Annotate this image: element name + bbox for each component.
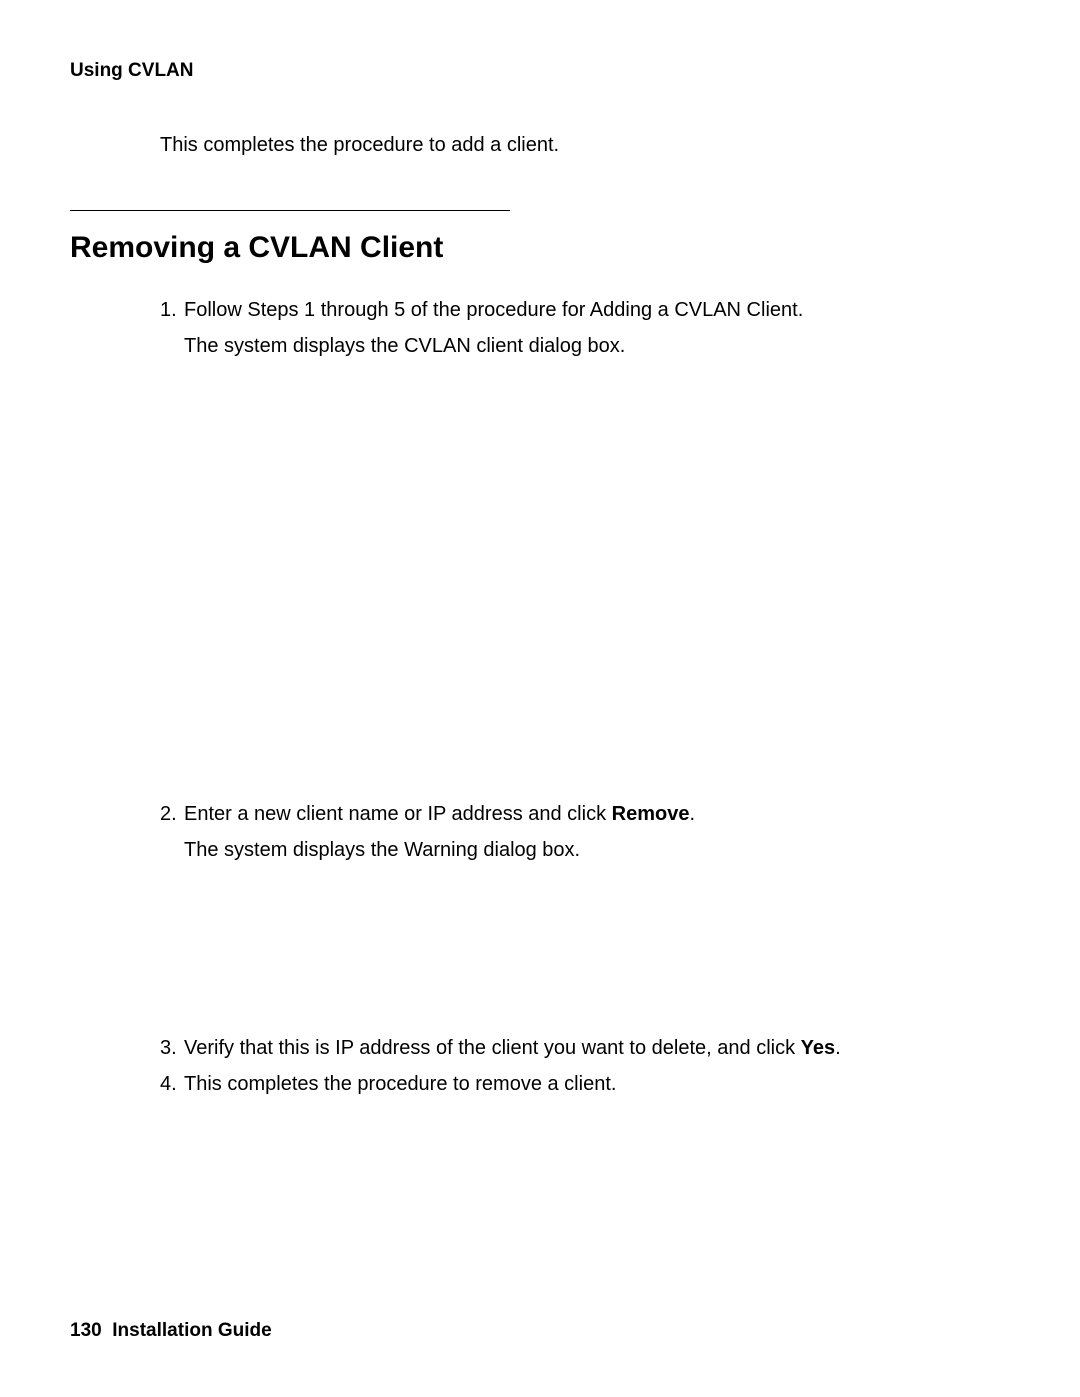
step-3-text-a: Verify that this is IP address of the cl…: [184, 1037, 801, 1059]
step-2-sub: The system displays the Warning dialog b…: [184, 835, 1010, 865]
section-divider: [70, 210, 510, 211]
step-1-sub: The system displays the CVLAN client dia…: [184, 331, 1010, 361]
procedure-list-cont-2: 3. Verify that this is IP address of the…: [160, 1033, 1010, 1099]
figure-placeholder-1: [70, 369, 1010, 799]
step-4: 4. This completes the procedure to remov…: [160, 1069, 1010, 1099]
step-3: 3. Verify that this is IP address of the…: [160, 1033, 1010, 1063]
step-1-text: Follow Steps 1 through 5 of the procedur…: [184, 299, 803, 321]
step-2-text-a: Enter a new client name or IP address an…: [184, 803, 612, 825]
section-heading: Removing a CVLAN Client: [70, 231, 1010, 265]
step-2-text-b: .: [689, 803, 695, 825]
step-4-text: This completes the procedure to remove a…: [184, 1073, 616, 1095]
step-1: 1. Follow Steps 1 through 5 of the proce…: [160, 295, 1010, 325]
procedure-list: 1. Follow Steps 1 through 5 of the proce…: [160, 295, 1010, 325]
page-container: Using CVLAN This completes the procedure…: [0, 0, 1080, 1099]
page-number: 130: [70, 1320, 102, 1341]
step-4-number: 4.: [160, 1069, 177, 1099]
step-2-number: 2.: [160, 799, 177, 829]
running-header: Using CVLAN: [70, 60, 1010, 82]
step-1-number: 1.: [160, 295, 177, 325]
step-3-number: 3.: [160, 1033, 177, 1063]
figure-placeholder-2: [70, 873, 1010, 1033]
procedure-list-cont: 2. Enter a new client name or IP address…: [160, 799, 1010, 829]
step-3-text-b: .: [835, 1037, 841, 1059]
intro-paragraph: This completes the procedure to add a cl…: [160, 130, 1010, 160]
footer-doc-title: Installation Guide: [112, 1320, 271, 1341]
page-footer: 130 Installation Guide: [70, 1320, 272, 1342]
step-2-bold: Remove: [612, 803, 690, 825]
step-3-bold: Yes: [801, 1037, 835, 1059]
step-2: 2. Enter a new client name or IP address…: [160, 799, 1010, 829]
